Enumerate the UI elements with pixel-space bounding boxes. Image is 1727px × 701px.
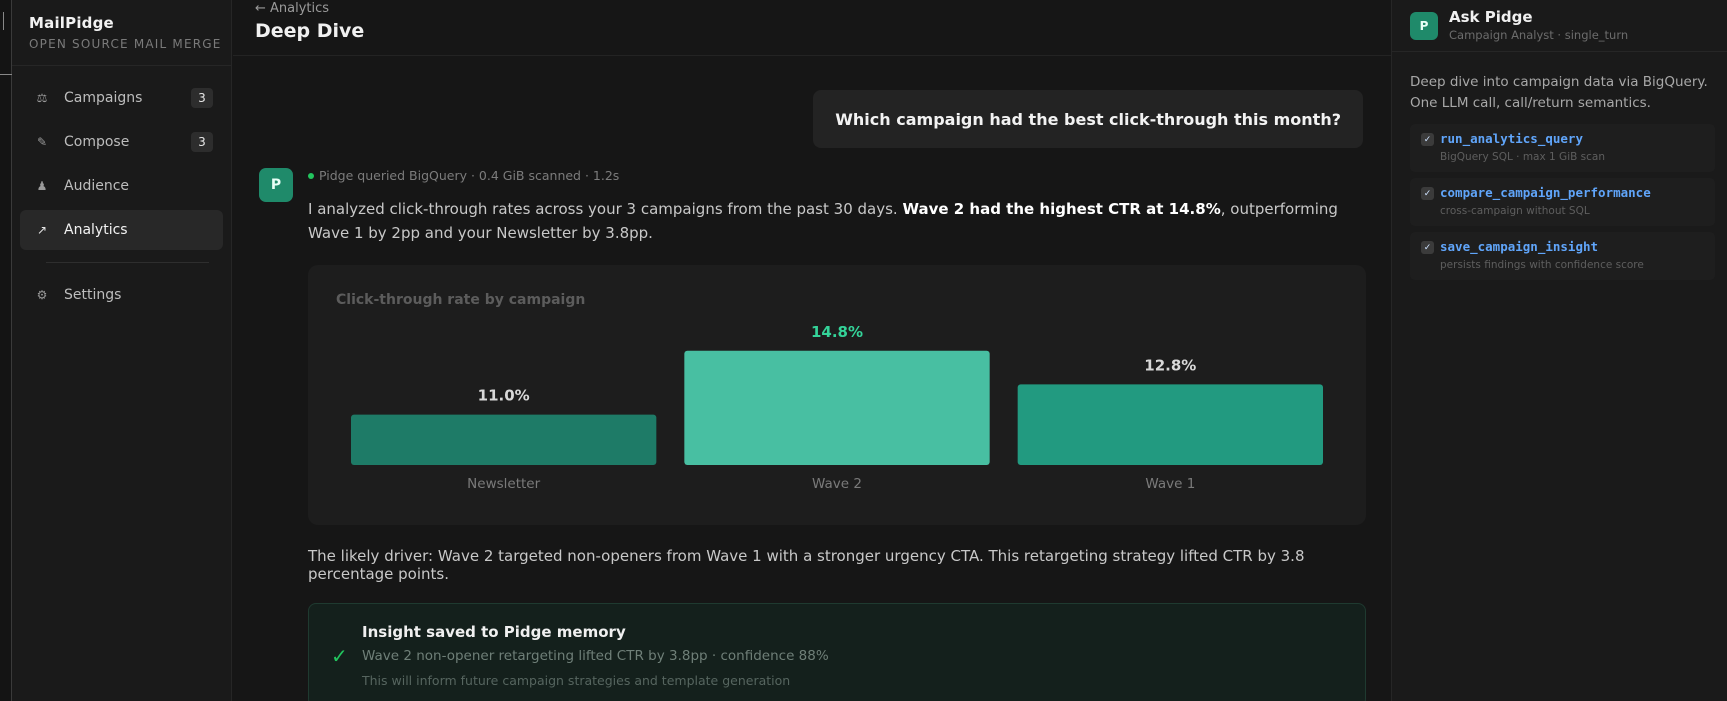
tool-name: compare_campaign_performance xyxy=(1440,185,1651,200)
main-content: ← Analytics Deep Dive Which campaign had… xyxy=(233,0,1391,701)
bar-value-label: 14.8% xyxy=(811,323,863,341)
query-meta: Pidge queried BigQuery · 0.4 GiB scanned… xyxy=(308,168,1366,183)
sidebar-nav: ⚖ Campaigns 3 ✎ Compose 3 ♟ Audience ↗ A… xyxy=(12,66,231,315)
count-badge: 3 xyxy=(191,88,213,108)
sidebar-item-label: Analytics xyxy=(64,222,128,238)
ask-pidge-panel: P Ask Pidge Campaign Analyst · single_tu… xyxy=(1391,0,1727,701)
scale-icon: ⚖ xyxy=(36,91,48,105)
trend-arrow-icon: ↗ xyxy=(36,223,48,237)
sidebar-item-analytics[interactable]: ↗ Analytics xyxy=(20,210,223,250)
tool-desc: persists findings with confidence score xyxy=(1440,259,1644,271)
pencil-icon: ✎ xyxy=(36,135,48,149)
page-header: ← Analytics Deep Dive xyxy=(233,0,1391,56)
panel-subtitle: Campaign Analyst · single_turn xyxy=(1449,28,1629,42)
status-dot-icon xyxy=(308,172,314,179)
category-label: Wave 2 xyxy=(812,476,862,492)
ctr-chart-card: Click-through rate by campaign 11.0% News… xyxy=(308,265,1366,525)
back-link[interactable]: ← Analytics xyxy=(255,0,1391,16)
insight-card: ✓ Insight saved to Pidge memory Wave 2 n… xyxy=(308,603,1366,701)
intro-text: I analyzed click-through rates across yo… xyxy=(308,200,903,218)
sidebar-item-settings[interactable]: ⚙ Settings xyxy=(20,275,223,315)
chart-bar-wave-1 xyxy=(1017,384,1323,465)
assistant-message: Pidge queried BigQuery · 0.4 GiB scanned… xyxy=(308,168,1366,701)
sidebar-item-compose[interactable]: ✎ Compose 3 xyxy=(20,122,223,162)
check-icon: ✓ xyxy=(331,644,348,668)
panel-avatar: P xyxy=(1410,12,1438,40)
tool-desc: BigQuery SQL · max 1 GiB scan xyxy=(1440,151,1605,163)
bar-value-label: 11.0% xyxy=(478,387,530,405)
tool-item[interactable]: ✓ run_analytics_query BigQuery SQL · max… xyxy=(1410,124,1715,172)
query-meta-text: Pidge queried BigQuery · 0.4 GiB scanned… xyxy=(319,168,620,183)
insight-detail: Wave 2 non-opener retargeting lifted CTR… xyxy=(362,648,829,664)
sidebar-item-audience[interactable]: ♟ Audience xyxy=(20,166,223,206)
tool-name: save_campaign_insight xyxy=(1440,239,1599,254)
assistant-avatar: P xyxy=(259,168,293,202)
bar-value-label: 12.8% xyxy=(1144,356,1196,374)
edge-tick xyxy=(3,12,4,30)
window-edge xyxy=(0,0,12,701)
sidebar: MailPidge OPEN SOURCE MAIL MERGE ⚖ Campa… xyxy=(12,0,232,701)
edge-tick xyxy=(0,74,12,75)
app-tagline: OPEN SOURCE MAIL MERGE xyxy=(29,37,222,51)
divider xyxy=(46,262,209,263)
brand: MailPidge OPEN SOURCE MAIL MERGE xyxy=(12,0,231,66)
tool-name: run_analytics_query xyxy=(1440,131,1583,146)
page-title: Deep Dive xyxy=(255,20,365,42)
sidebar-item-label: Compose xyxy=(64,134,130,150)
tool-item[interactable]: ✓ compare_campaign_performance cross-cam… xyxy=(1410,178,1715,226)
checkbox-icon[interactable]: ✓ xyxy=(1421,241,1434,254)
tool-desc: cross-campaign without SQL xyxy=(1440,205,1590,217)
tool-list: ✓ run_analytics_query BigQuery SQL · max… xyxy=(1392,114,1727,280)
sidebar-item-campaigns[interactable]: ⚖ Campaigns 3 xyxy=(20,78,223,118)
category-label: Wave 1 xyxy=(1145,476,1195,492)
sidebar-item-label: Campaigns xyxy=(64,90,143,106)
tool-item[interactable]: ✓ save_campaign_insight persists finding… xyxy=(1410,232,1715,280)
app-name[interactable]: MailPidge xyxy=(29,14,231,32)
checkbox-icon[interactable]: ✓ xyxy=(1421,187,1434,200)
count-badge: 3 xyxy=(191,132,213,152)
gear-icon: ⚙ xyxy=(36,288,48,302)
panel-title: Ask Pidge xyxy=(1449,8,1533,26)
ctr-bar-chart: 11.0% Newsletter 14.8% Wave 2 12.8% Wave 1 xyxy=(351,323,1323,492)
panel-description: Deep dive into campaign data via BigQuer… xyxy=(1410,74,1708,111)
sidebar-item-label: Audience xyxy=(64,178,130,194)
checkbox-icon[interactable]: ✓ xyxy=(1421,133,1434,146)
category-label: Newsletter xyxy=(467,476,540,492)
driver-explanation: The likely driver: Wave 2 targeted non-o… xyxy=(308,547,1305,583)
insight-note: This will inform future campaign strateg… xyxy=(362,673,791,688)
assistant-intro: I analyzed click-through rates across yo… xyxy=(308,197,1348,245)
chart-bar-wave-2 xyxy=(684,350,990,465)
person-icon: ♟ xyxy=(36,179,48,193)
intro-highlight: Wave 2 had the highest CTR at 14.8% xyxy=(902,200,1221,218)
insight-title: Insight saved to Pidge memory xyxy=(362,623,626,641)
user-message: Which campaign had the best click-throug… xyxy=(813,90,1363,148)
chart-bar-newsletter xyxy=(351,414,657,465)
panel-header: P Ask Pidge Campaign Analyst · single_tu… xyxy=(1392,0,1727,52)
sidebar-item-label: Settings xyxy=(64,287,122,303)
